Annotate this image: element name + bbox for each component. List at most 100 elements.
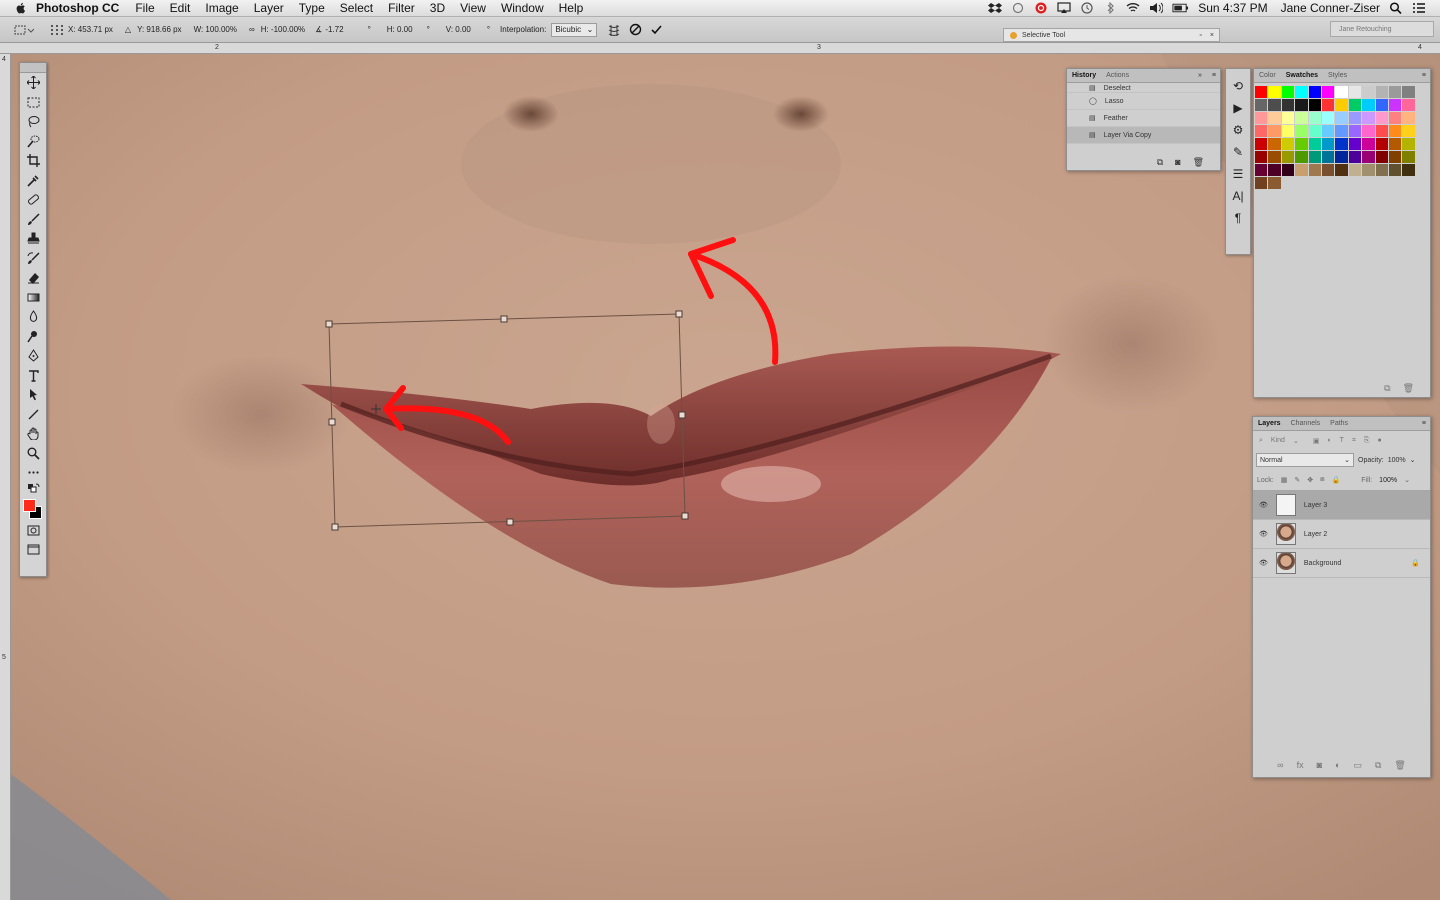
color-swatch[interactable] (1255, 99, 1268, 111)
lock-pixels-icon[interactable]: ✎ (1294, 476, 1300, 484)
document-tab[interactable]: Selective Tool ▫ × (1003, 28, 1220, 42)
color-swatch[interactable] (1402, 164, 1415, 176)
vertical-ruler[interactable]: 4 5 (0, 54, 11, 900)
menu-filter[interactable]: Filter (388, 1, 415, 15)
color-swatch[interactable] (1281, 112, 1295, 124)
opacity-field[interactable]: 100% (1388, 457, 1406, 464)
cancel-transform-icon[interactable] (629, 23, 642, 36)
history-dock-icon[interactable]: ⟲ (1226, 75, 1250, 97)
lock-artboard-icon[interactable]: ⧈ (1320, 476, 1324, 484)
color-swatch[interactable] (1348, 125, 1362, 137)
panel-menu-icon[interactable]: ≡ (1212, 72, 1216, 79)
color-swatch[interactable] (1348, 164, 1362, 176)
properties-icon[interactable]: ⚙ (1226, 119, 1250, 141)
color-swatch[interactable] (1388, 125, 1402, 137)
fill-field[interactable]: 100% (1379, 477, 1397, 484)
color-swatch[interactable] (1362, 125, 1375, 137)
color-swatch[interactable] (1321, 138, 1335, 150)
color-swatch[interactable] (1281, 99, 1295, 111)
quick-selection-tool-icon[interactable] (20, 132, 46, 152)
type-tool-icon[interactable] (20, 366, 46, 386)
layer-row[interactable]: 👁 Background 🔒 (1253, 549, 1430, 578)
color-swatch[interactable] (1321, 125, 1335, 137)
layer-name[interactable]: Layer 2 (1304, 531, 1327, 538)
menu-file[interactable]: File (135, 1, 154, 15)
color-swatch[interactable] (1362, 86, 1375, 98)
angle-icon[interactable]: ∡ (315, 25, 322, 34)
transform-tool-icon[interactable] (14, 24, 34, 36)
layer-name[interactable]: Layer 3 (1304, 502, 1327, 509)
delete-trash-icon[interactable]: 🗑 (1403, 383, 1414, 394)
warp-mode-icon[interactable] (607, 23, 621, 37)
color-swatch[interactable] (1402, 125, 1415, 137)
color-swatch[interactable] (1308, 151, 1321, 163)
color-swatch[interactable] (1308, 164, 1321, 176)
color-swatch[interactable] (1321, 164, 1335, 176)
more-tools-icon[interactable] (20, 463, 46, 483)
history-step[interactable]: ▤ Deselect (1067, 83, 1220, 93)
color-swatch[interactable] (1255, 177, 1268, 189)
history-brush-tool-icon[interactable] (20, 249, 46, 269)
color-swatch[interactable] (1321, 151, 1335, 163)
default-colors-icon[interactable] (20, 483, 46, 497)
color-swatch[interactable] (1295, 164, 1308, 176)
color-swatch[interactable] (1388, 112, 1402, 124)
restore-icon[interactable]: ▫ (1199, 32, 1201, 39)
layers-list[interactable]: 👁 Layer 3 👁 Layer 2 👁 Background 🔒 (1253, 490, 1430, 578)
tab-color[interactable]: Color (1259, 72, 1276, 79)
color-swatch[interactable] (1335, 86, 1348, 98)
quick-mask-icon[interactable] (20, 521, 46, 541)
tab-layers[interactable]: Layers (1258, 420, 1281, 427)
visibility-eye-icon[interactable]: 👁 (1259, 501, 1268, 509)
paragraph-icon[interactable]: ¶ (1226, 207, 1250, 229)
foreground-color-swatch[interactable] (23, 498, 36, 512)
workspace-switcher[interactable]: Jane Retouching (1330, 21, 1434, 37)
delta-icon[interactable]: △ (125, 25, 131, 34)
color-swatch[interactable] (1308, 86, 1321, 98)
menu-select[interactable]: Select (340, 1, 373, 15)
tab-channels[interactable]: Channels (1291, 420, 1321, 427)
apple-icon[interactable] (14, 1, 28, 15)
lasso-tool-icon[interactable] (20, 112, 46, 132)
color-swatch[interactable] (1268, 177, 1281, 189)
eraser-tool-icon[interactable] (20, 268, 46, 288)
color-swatch[interactable] (1268, 112, 1281, 124)
blend-mode-select[interactable]: Normal ⌄ (1256, 453, 1354, 467)
link-layers-icon[interactable]: ∞ (1277, 760, 1283, 771)
width-field[interactable]: W: 100.00% (194, 25, 237, 34)
color-swatch[interactable] (1295, 86, 1308, 98)
new-document-from-state-icon[interactable]: ⧉ (1157, 157, 1163, 168)
filter-shape-icon[interactable]: ⌗ (1352, 437, 1356, 445)
color-swatch[interactable] (1335, 99, 1348, 111)
lock-position-icon[interactable]: ✥ (1307, 476, 1313, 484)
color-swatch[interactable] (1402, 151, 1415, 163)
clock[interactable]: Sun 4:37 PM (1198, 1, 1267, 15)
bluetooth-icon[interactable] (1103, 2, 1117, 14)
color-swatch[interactable] (1335, 151, 1348, 163)
tab-history[interactable]: History (1072, 72, 1096, 79)
menu-3d[interactable]: 3D (430, 1, 445, 15)
filter-smart-object-icon[interactable]: ⎘ (1364, 437, 1370, 445)
color-swatch[interactable] (1308, 112, 1321, 124)
color-swatch[interactable] (1295, 125, 1308, 137)
color-swatch[interactable] (1348, 151, 1362, 163)
interpolation-select[interactable]: Bicubic ⌄ (551, 22, 598, 37)
clone-stamp-tool-icon[interactable] (20, 229, 46, 249)
color-swatch[interactable] (1308, 138, 1321, 150)
close-icon[interactable]: × (1210, 32, 1214, 39)
menu-window[interactable]: Window (501, 1, 544, 15)
color-swatch[interactable] (1388, 164, 1402, 176)
move-tool-icon[interactable] (20, 73, 46, 93)
color-swatch[interactable] (1348, 86, 1362, 98)
healing-brush-tool-icon[interactable] (20, 190, 46, 210)
panel-menu-icon[interactable]: ≡ (1422, 420, 1426, 427)
color-swatch[interactable] (1348, 112, 1362, 124)
color-swatch[interactable] (1375, 138, 1388, 150)
color-swatch[interactable] (1281, 86, 1295, 98)
lock-transparency-icon[interactable]: ▦ (1281, 476, 1288, 484)
color-swatch[interactable] (1375, 99, 1388, 111)
v-skew-field[interactable]: V: 0.00 (446, 25, 471, 34)
notification-center-icon[interactable] (1412, 2, 1426, 14)
color-swatch[interactable] (1268, 138, 1281, 150)
tab-styles[interactable]: Styles (1328, 72, 1347, 79)
